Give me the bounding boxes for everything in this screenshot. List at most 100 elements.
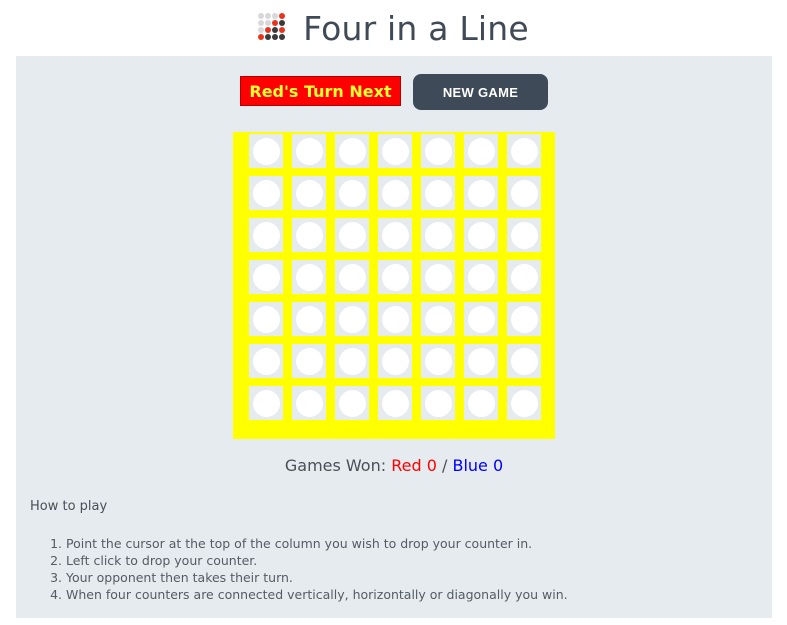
empty-slot <box>510 263 538 291</box>
empty-slot <box>510 305 538 333</box>
board-column[interactable] <box>335 132 369 424</box>
board-cell <box>507 134 541 168</box>
board-cell <box>464 218 498 252</box>
board-cell <box>335 218 369 252</box>
board-cell <box>335 260 369 294</box>
board-cell <box>292 302 326 336</box>
board-cell <box>507 218 541 252</box>
board-column[interactable] <box>421 132 455 424</box>
empty-slot <box>295 347 323 375</box>
board-cell <box>292 344 326 378</box>
board-cell <box>464 386 498 420</box>
page-title: Four in a Line <box>303 8 529 48</box>
empty-slot <box>467 137 495 165</box>
empty-slot <box>338 221 366 249</box>
board-column[interactable] <box>292 132 326 424</box>
empty-slot <box>252 263 280 291</box>
empty-slot <box>467 305 495 333</box>
board-cell <box>249 260 283 294</box>
board-cell <box>249 218 283 252</box>
empty-slot <box>252 305 280 333</box>
empty-slot <box>424 221 452 249</box>
empty-slot <box>424 347 452 375</box>
empty-slot <box>295 221 323 249</box>
empty-slot <box>381 137 409 165</box>
empty-slot <box>295 263 323 291</box>
empty-slot <box>381 179 409 207</box>
how-to-play-heading: How to play <box>30 499 108 514</box>
board-cell <box>378 134 412 168</box>
board-cell <box>378 344 412 378</box>
board-cell <box>378 386 412 420</box>
empty-slot <box>424 305 452 333</box>
empty-slot <box>252 137 280 165</box>
step-number: 1. <box>50 536 62 551</box>
counters-logo-icon <box>258 12 286 40</box>
empty-slot <box>295 137 323 165</box>
empty-slot <box>424 179 452 207</box>
board-cell <box>335 344 369 378</box>
instruction-step: 3. Your opponent then takes their turn. <box>30 569 568 586</box>
page-header: Four in a Line <box>0 0 787 56</box>
empty-slot <box>510 389 538 417</box>
board-cell <box>464 260 498 294</box>
empty-slot <box>424 137 452 165</box>
empty-slot <box>424 263 452 291</box>
empty-slot <box>338 305 366 333</box>
empty-slot <box>381 263 409 291</box>
empty-slot <box>295 389 323 417</box>
new-game-button[interactable]: NEW GAME <box>413 74 548 110</box>
empty-slot <box>381 389 409 417</box>
step-number: 3. <box>50 570 62 585</box>
board-cell <box>249 134 283 168</box>
empty-slot <box>381 347 409 375</box>
step-text: When four counters are connected vertica… <box>66 587 568 602</box>
empty-slot <box>338 263 366 291</box>
empty-slot <box>381 305 409 333</box>
board-cell <box>507 176 541 210</box>
board-cell <box>378 176 412 210</box>
red-score: Red 0 <box>391 456 437 475</box>
games-won-label: Games Won: <box>284 456 387 475</box>
board-cell <box>421 344 455 378</box>
instruction-step: 2. Left click to drop your counter. <box>30 552 568 569</box>
board-cell <box>249 176 283 210</box>
empty-slot <box>510 221 538 249</box>
empty-slot <box>467 179 495 207</box>
empty-slot <box>467 263 495 291</box>
empty-slot <box>338 137 366 165</box>
board-cell <box>421 386 455 420</box>
board-cell <box>421 134 455 168</box>
empty-slot <box>252 221 280 249</box>
empty-slot <box>510 347 538 375</box>
step-number: 2. <box>50 553 62 568</box>
step-number: 4. <box>50 587 62 602</box>
step-text: Point the cursor at the top of the colum… <box>66 536 533 551</box>
empty-slot <box>252 389 280 417</box>
board-cell <box>335 176 369 210</box>
board-column[interactable] <box>464 132 498 424</box>
board-cell <box>464 134 498 168</box>
board-cell <box>378 218 412 252</box>
instruction-step: 4. When four counters are connected verti… <box>30 586 568 603</box>
empty-slot <box>510 137 538 165</box>
score-separator: / <box>441 456 448 475</box>
empty-slot <box>295 305 323 333</box>
step-text: Left click to drop your counter. <box>66 553 258 568</box>
empty-slot <box>381 221 409 249</box>
board-cell <box>292 260 326 294</box>
board-column[interactable] <box>507 132 541 424</box>
empty-slot <box>295 179 323 207</box>
board-cell <box>421 302 455 336</box>
board-cell <box>249 302 283 336</box>
board-column[interactable] <box>249 132 283 424</box>
empty-slot <box>467 389 495 417</box>
board-cell <box>378 302 412 336</box>
board-cell <box>421 218 455 252</box>
board-cell <box>378 260 412 294</box>
board-cell <box>335 134 369 168</box>
blue-score: Blue 0 <box>452 456 504 475</box>
board-cell <box>507 260 541 294</box>
games-won: Games Won: Red 0 / Blue 0 <box>16 456 772 475</box>
board-column[interactable] <box>378 132 412 424</box>
